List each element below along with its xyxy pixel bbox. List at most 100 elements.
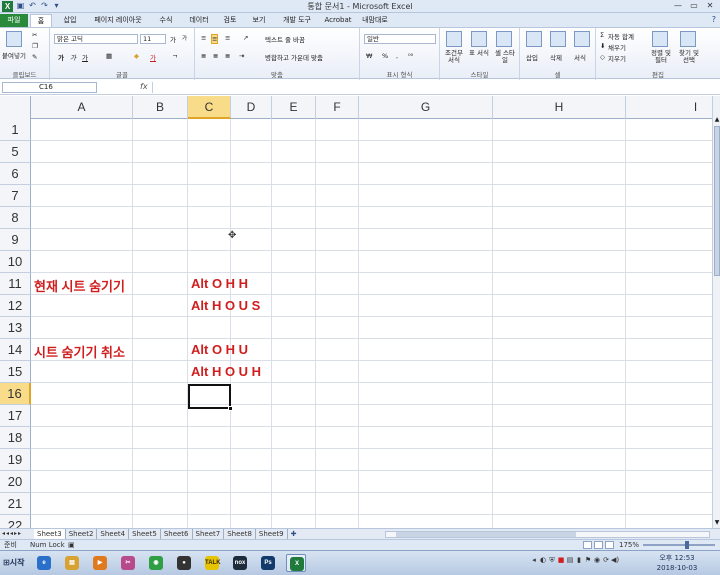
cell-a14[interactable]: 시트 숨기기 취소 <box>34 342 125 361</box>
new-sheet-icon[interactable]: ✚ <box>288 529 300 539</box>
tab-5[interactable]: 데이터 <box>184 14 214 27</box>
sheet-tab[interactable]: Sheet4 <box>97 529 130 539</box>
zoom-slider[interactable] <box>643 541 715 549</box>
fill-handle[interactable] <box>228 406 233 411</box>
tray-network-icon[interactable]: ▤ <box>566 555 574 565</box>
fill-icon[interactable]: ⬇ <box>600 42 605 50</box>
taskbar-app[interactable]: ◉ <box>146 554 166 572</box>
cell-a11[interactable]: 현재 시트 숨기기 <box>34 276 125 295</box>
tab-4[interactable]: 수식 <box>152 14 180 27</box>
grow-font-button[interactable]: 가 <box>170 34 176 44</box>
formula-input[interactable] <box>152 82 710 93</box>
format-cells-button[interactable]: 서식 <box>574 52 586 62</box>
align-right-icon[interactable]: ≣ <box>225 52 230 60</box>
taskbar-app[interactable]: Ps <box>258 554 278 572</box>
horizontal-scrollbar[interactable] <box>385 531 710 538</box>
sheet-tab[interactable]: Sheet2 <box>66 529 98 539</box>
column-header[interactable]: D <box>231 96 272 119</box>
column-header[interactable]: H <box>493 96 626 119</box>
column-header[interactable]: B <box>133 96 188 119</box>
taskbar-app[interactable]: ▶ <box>90 554 110 572</box>
comma-button[interactable]: , <box>396 52 398 60</box>
taskbar-app[interactable]: ● <box>174 554 194 572</box>
taskbar-app[interactable]: e <box>34 554 54 572</box>
cell-c15[interactable]: Alt H O U H <box>191 364 261 379</box>
row-header[interactable]: 7 <box>0 185 31 207</box>
format-painter-icon[interactable]: ✎ <box>32 53 37 61</box>
tray-red-icon[interactable]: ■ <box>557 555 565 565</box>
phonetic-icon[interactable]: ᄀ <box>172 52 178 62</box>
taskbar-app[interactable]: nox <box>230 554 250 572</box>
fill-color-icon[interactable]: ◆ <box>134 52 139 60</box>
align-bottom-icon[interactable]: ≡ <box>225 34 230 42</box>
number-format-select[interactable]: 일반 <box>364 34 436 44</box>
find-select-icon[interactable] <box>680 31 696 47</box>
sheet-tab[interactable]: Sheet3 <box>34 529 66 539</box>
row-header[interactable]: 5 <box>0 141 31 163</box>
copy-icon[interactable]: ❐ <box>32 42 38 50</box>
tab-3[interactable]: 페이지 레이아웃 <box>88 14 148 27</box>
tab-0[interactable]: 파일 <box>0 14 28 27</box>
tray-shield-icon[interactable]: ⛨ <box>548 555 556 565</box>
row-header[interactable]: 17 <box>0 405 31 427</box>
column-header[interactable]: A <box>31 96 133 119</box>
fx-icon[interactable]: fx <box>140 82 148 91</box>
scroll-down-icon[interactable]: ▼ <box>713 519 720 526</box>
tray-flag-icon[interactable]: ⚑ <box>584 555 592 565</box>
vertical-scroll-thumb[interactable] <box>714 126 720 276</box>
tab-9[interactable]: Acrobat <box>322 14 354 27</box>
table-format-icon[interactable] <box>471 31 487 47</box>
sheet-tab[interactable]: Sheet9 <box>256 529 288 539</box>
tray-chat-icon[interactable]: ◉ <box>593 555 601 565</box>
tab-2[interactable]: 삽입 <box>56 14 84 27</box>
row-header[interactable]: 11 <box>0 273 31 295</box>
paste-button[interactable]: 붙여넣기 <box>2 50 26 60</box>
paste-icon[interactable] <box>6 31 22 47</box>
clock[interactable]: 오후 12:53 2018-10-03 <box>638 553 716 573</box>
horizontal-scroll-thumb[interactable] <box>396 532 576 537</box>
taskbar-app[interactable]: X <box>286 554 306 572</box>
sort-filter-icon[interactable] <box>652 31 668 47</box>
row-header[interactable]: 16 <box>0 383 31 405</box>
row-header[interactable]: 18 <box>0 427 31 449</box>
row-header[interactable]: 1 <box>0 119 31 141</box>
vertical-scrollbar[interactable]: ▲ ▼ <box>712 96 720 528</box>
row-header[interactable]: 6 <box>0 163 31 185</box>
minimize-icon[interactable]: — <box>670 0 686 12</box>
sort-filter-button[interactable]: 정렬 및 필터 <box>648 50 674 64</box>
wrap-text-button[interactable]: 텍스트 줄 바꿈 <box>265 34 305 44</box>
font-color-button[interactable]: 가 <box>150 52 156 62</box>
row-header[interactable]: 10 <box>0 251 31 273</box>
percent-button[interactable]: % <box>382 52 388 60</box>
normal-view-icon[interactable] <box>583 541 592 549</box>
currency-icon[interactable]: ₩ <box>366 52 372 60</box>
fill-button[interactable]: 채우기 <box>608 42 626 52</box>
clear-button[interactable]: 지우기 <box>608 53 626 63</box>
taskbar-app[interactable]: ▤ <box>62 554 82 572</box>
tray-app-icon[interactable]: ◐ <box>539 555 547 565</box>
align-left-icon[interactable]: ≣ <box>201 52 206 60</box>
merge-center-button[interactable]: 병합하고 가운데 맞춤 <box>265 52 323 62</box>
help-icon[interactable]: ? <box>712 15 716 24</box>
insert-cells-icon[interactable] <box>526 31 542 47</box>
row-header[interactable]: 21 <box>0 493 31 515</box>
cell-c11[interactable]: Alt O H H <box>191 276 248 291</box>
worksheet-grid[interactable]: ABCDEFGHI 1 5 6 7 8 9 10 11 12 13 14 15 16 17 18 19 20 21… <box>0 96 712 528</box>
tab-1[interactable]: 홈 <box>30 14 52 27</box>
close-icon[interactable]: ✕ <box>702 0 718 12</box>
delete-cells-button[interactable]: 삭제 <box>550 52 562 62</box>
cell-style-icon[interactable] <box>496 31 512 47</box>
scroll-up-icon[interactable]: ▲ <box>713 116 720 123</box>
column-header[interactable]: C <box>188 96 231 119</box>
tab-8[interactable]: 개발 도구 <box>276 14 318 27</box>
row-header[interactable]: 9 <box>0 229 31 251</box>
column-header[interactable]: I <box>626 96 712 119</box>
border-icon[interactable]: ▦ <box>106 52 112 60</box>
column-header[interactable]: F <box>316 96 359 119</box>
tray-speaker-icon[interactable]: ◀) <box>611 555 619 565</box>
tab-10[interactable]: 내맘대로 <box>358 14 392 27</box>
conditional-format-button[interactable]: 조건부 서식 <box>442 50 466 64</box>
align-center-icon[interactable]: ≣ <box>213 52 218 60</box>
tab-7[interactable]: 보기 <box>246 14 272 27</box>
sheet-tab[interactable]: Sheet6 <box>161 529 193 539</box>
